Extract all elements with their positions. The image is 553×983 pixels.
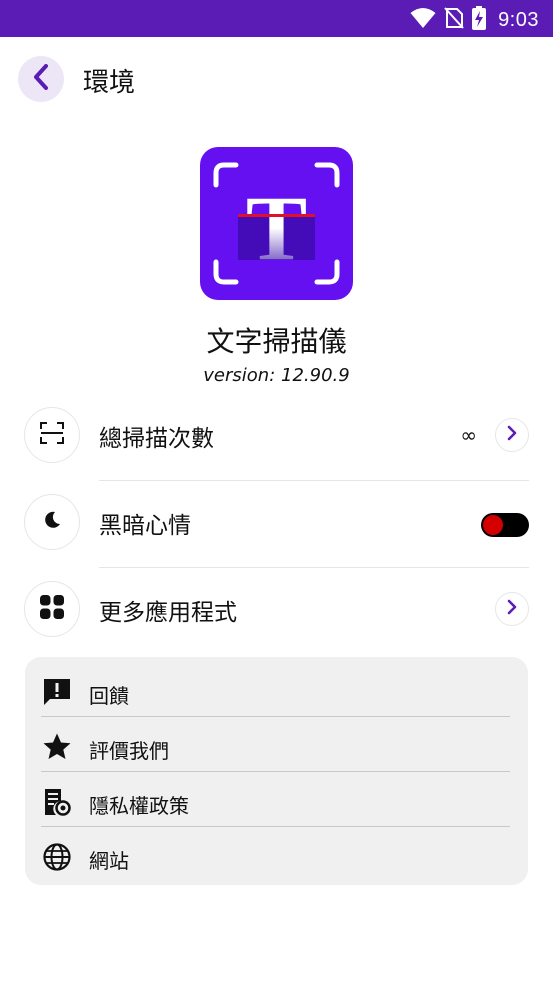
total-scans-row[interactable]: 總掃描次數 ∞ <box>24 407 529 481</box>
no-sim-icon <box>444 7 464 33</box>
rate-us-item[interactable]: 評價我們 <box>41 717 510 772</box>
app-logo: T <box>200 147 353 300</box>
grid-icon <box>39 594 65 624</box>
globe-icon <box>41 841 73 873</box>
total-scans-label: 總掃描次數 <box>99 426 214 452</box>
total-scans-value: ∞ <box>460 423 477 447</box>
privacy-policy-item[interactable]: 隱私權政策 <box>41 772 510 827</box>
more-apps-label: 更多應用程式 <box>99 600 237 626</box>
privacy-policy-label: 隱私權政策 <box>89 794 189 818</box>
more-apps-row[interactable]: 更多應用程式 <box>24 581 529 637</box>
total-scans-chevron-button[interactable] <box>495 418 529 452</box>
chevron-right-icon <box>507 425 517 445</box>
battery-charging-icon <box>472 6 487 34</box>
moon-icon-holder <box>24 494 80 550</box>
chevron-right-icon <box>507 599 517 619</box>
privacy-policy-icon <box>41 786 73 818</box>
toggle-knob <box>483 515 503 535</box>
scan-frame-icon-holder <box>24 407 80 463</box>
back-button[interactable] <box>18 56 64 102</box>
rate-us-label: 評價我們 <box>89 739 169 763</box>
status-icons: 9:03 <box>410 6 539 34</box>
website-item[interactable]: 網站 <box>41 827 510 882</box>
divider <box>99 480 529 481</box>
links-card: 回饋 評價我們 隱私權政策 網站 <box>25 657 528 885</box>
feedback-item[interactable]: 回饋 <box>41 662 510 717</box>
chevron-left-icon <box>31 64 51 94</box>
grid-icon-holder <box>24 581 80 637</box>
dark-mode-row: 黑暗心情 <box>24 494 529 568</box>
dark-mode-toggle[interactable] <box>481 513 529 537</box>
website-label: 網站 <box>89 849 129 873</box>
feedback-icon <box>41 676 73 708</box>
more-apps-chevron-button[interactable] <box>495 592 529 626</box>
page-title: 環境 <box>83 68 136 98</box>
status-bar: 9:03 <box>0 0 553 37</box>
dark-mode-label: 黑暗心情 <box>99 513 191 539</box>
logo-letter: T <box>246 177 307 279</box>
app-version: version: 12.90.9 <box>203 365 350 386</box>
star-icon <box>41 731 73 763</box>
app-name: 文字掃描儀 <box>206 325 347 358</box>
wifi-icon <box>410 7 436 33</box>
feedback-label: 回饋 <box>89 684 129 708</box>
status-time: 9:03 <box>498 8 539 31</box>
divider <box>99 567 529 568</box>
scan-frame-icon <box>40 422 64 448</box>
moon-icon <box>42 510 62 534</box>
